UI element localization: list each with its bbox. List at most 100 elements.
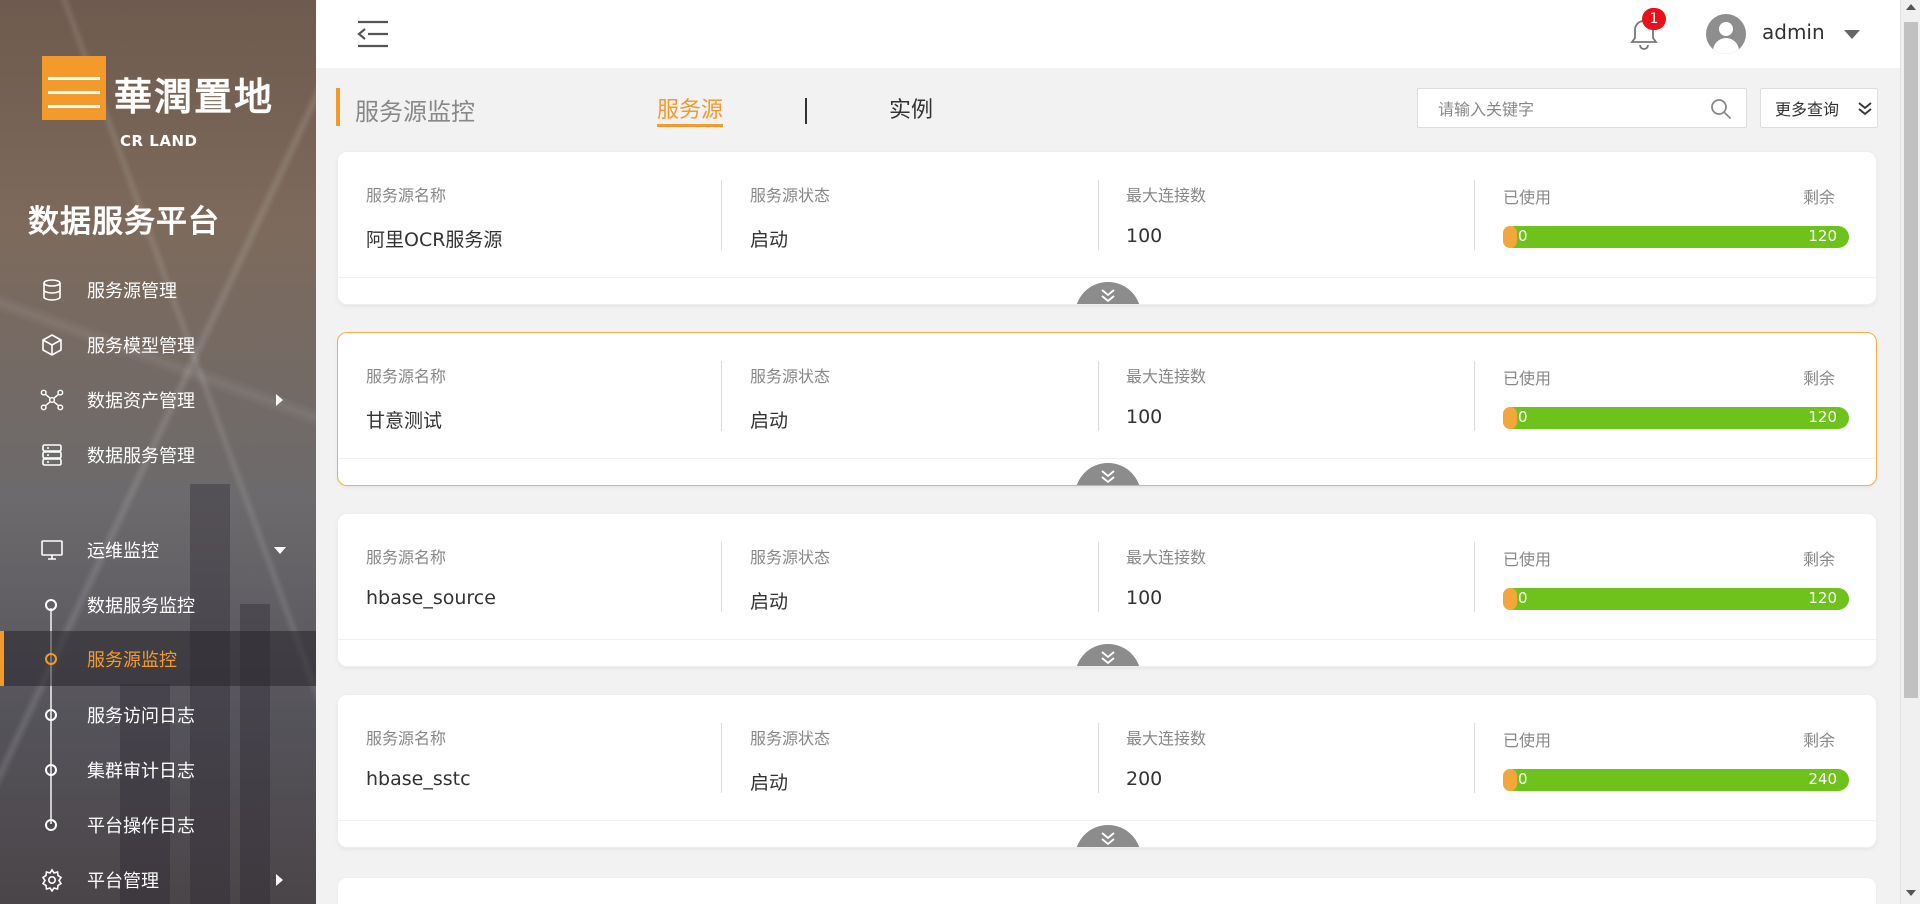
status-label: 服务源状态 [750, 548, 831, 567]
service-source-status: 启动 [750, 229, 789, 251]
expand-card-button[interactable] [1075, 282, 1141, 304]
max-connections-value: 100 [1126, 406, 1163, 428]
sidebar-item-cluster-audit-log[interactable]: 集群审计日志 [0, 746, 316, 794]
sidebar-item-service-model-management[interactable]: 服务模型管理 [0, 321, 316, 369]
sidebar-item-label: 数据服务监控 [87, 596, 195, 617]
service-source-name: hbase_source [366, 587, 496, 609]
scroll-down-arrow-icon[interactable] [1906, 890, 1916, 896]
column-divider [1098, 361, 1099, 431]
column-divider [721, 180, 722, 250]
status-label: 服务源状态 [750, 367, 831, 386]
sidebar-item-service-source-monitoring[interactable]: 服务源监控 [0, 631, 316, 686]
name-label: 服务源名称 [366, 186, 447, 205]
gear-icon [40, 868, 64, 892]
page-title-accent [336, 88, 340, 126]
usage-progress-bar: 0 120 [1503, 407, 1849, 429]
sidebar-item-data-asset-management[interactable]: 数据资产管理 [0, 376, 316, 424]
service-source-card[interactable]: 服务源名称 甘意测试 服务源状态 启动 最大连接数 100 已使用 剩余 0 120 [337, 332, 1877, 486]
column-divider [721, 361, 722, 431]
sidebar-item-platform-operation-log[interactable]: 平台操作日志 [0, 801, 316, 849]
remaining-count: 120 [1808, 589, 1837, 607]
bullet-icon [45, 652, 57, 665]
usage-progress-fill [1503, 588, 1517, 610]
sidebar-item-ops-monitoring[interactable]: 运维监控 [0, 526, 316, 574]
sidebar-item-data-service-monitoring[interactable]: 数据服务监控 [0, 581, 316, 629]
remaining-label: 剩余 [1803, 731, 1836, 750]
sidebar-item-platform-management[interactable]: 平台管理 [0, 856, 316, 904]
chevron-right-icon [276, 394, 283, 406]
name-label: 服务源名称 [366, 548, 447, 567]
column-divider [1098, 542, 1099, 612]
server-icon [40, 443, 64, 467]
remaining-count: 120 [1808, 408, 1837, 426]
card-footer-divider [338, 639, 1876, 640]
expand-card-button[interactable] [1075, 463, 1141, 485]
page-title: 服务源监控 [355, 98, 475, 126]
remaining-label: 剩余 [1803, 188, 1836, 207]
double-chevron-down-icon [1857, 100, 1873, 118]
card-footer-divider [338, 820, 1876, 821]
sidebar-item-service-access-log[interactable]: 服务访问日志 [0, 691, 316, 739]
service-source-card[interactable]: 服务源名称 hbase_source 服务源状态 启动 最大连接数 100 已使用 剩余 0 12… [337, 513, 1877, 667]
used-count: 0 [1518, 770, 1528, 788]
search-input[interactable] [1438, 97, 1698, 121]
service-source-name: 阿里OCR服务源 [366, 229, 503, 251]
sidebar-item-label: 平台管理 [87, 871, 159, 892]
column-divider [1474, 542, 1475, 612]
avatar[interactable] [1706, 14, 1746, 54]
sidebar-item-label: 服务源管理 [87, 281, 177, 302]
service-source-card[interactable]: 服务源名称 hbase_sstc 服务源状态 启动 最大连接数 200 已使用 剩余 0 240 [337, 694, 1877, 848]
service-source-name: 甘意测试 [366, 410, 443, 432]
column-divider [721, 723, 722, 793]
used-label: 已使用 [1503, 731, 1552, 750]
card-footer-divider [338, 458, 1876, 459]
menu-collapse-icon[interactable] [356, 20, 388, 48]
column-divider [1474, 723, 1475, 793]
bullet-icon [45, 819, 57, 831]
max-connections-label: 最大连接数 [1126, 186, 1207, 205]
expand-card-button[interactable] [1075, 825, 1141, 847]
search-icon[interactable] [1710, 98, 1732, 120]
max-connections-label: 最大连接数 [1126, 729, 1207, 748]
chevron-right-icon [276, 874, 283, 886]
tab-service-source[interactable]: 服务源 [657, 92, 723, 124]
tab-divider [805, 98, 807, 124]
scroll-up-arrow-icon[interactable] [1906, 4, 1916, 10]
sidebar: 華潤置地 CR LAND 数据服务平台 服务源管理 服务模型管理 数据资产管理 … [0, 0, 316, 904]
card-footer-divider [338, 277, 1876, 278]
caret-down-icon[interactable] [1844, 30, 1860, 39]
more-query-button[interactable]: 更多查询 [1760, 88, 1878, 128]
used-label: 已使用 [1503, 369, 1552, 388]
usage-progress-bar: 0 120 [1503, 226, 1849, 248]
remaining-label: 剩余 [1803, 369, 1836, 388]
used-label: 已使用 [1503, 188, 1552, 207]
max-connections-value: 100 [1126, 587, 1163, 609]
sidebar-item-data-service-management[interactable]: 数据服务管理 [0, 431, 316, 479]
service-source-status: 启动 [750, 772, 789, 794]
status-label: 服务源状态 [750, 729, 831, 748]
notification-badge: 1 [1642, 8, 1666, 30]
usage-progress-bar: 0 240 [1503, 769, 1849, 791]
remaining-count: 240 [1808, 770, 1837, 788]
used-count: 0 [1518, 589, 1528, 607]
username[interactable]: admin [1762, 20, 1825, 44]
bullet-icon [45, 764, 57, 776]
usage-progress-fill [1503, 226, 1517, 248]
sidebar-item-service-source-management[interactable]: 服务源管理 [0, 266, 316, 314]
chevron-down-icon [274, 546, 286, 554]
usage-progress-fill [1503, 769, 1517, 791]
tab-instance[interactable]: 实例 [889, 92, 933, 124]
app-title: 数据服务平台 [28, 204, 220, 240]
used-count: 0 [1518, 227, 1528, 245]
service-source-status: 启动 [750, 591, 789, 613]
scrollbar[interactable] [1900, 0, 1920, 904]
logo-mark-icon [42, 56, 106, 120]
scroll-thumb[interactable] [1904, 22, 1918, 698]
monitor-icon [40, 538, 64, 562]
expand-card-button[interactable] [1075, 644, 1141, 666]
sidebar-item-label: 数据服务管理 [87, 446, 195, 467]
cube-icon [40, 333, 64, 357]
sidebar-item-label: 集群审计日志 [87, 761, 195, 782]
sidebar-item-label: 数据资产管理 [87, 391, 195, 412]
service-source-card[interactable]: 服务源名称 阿里OCR服务源 服务源状态 启动 最大连接数 100 已使用 剩余 0 120 [337, 151, 1877, 305]
